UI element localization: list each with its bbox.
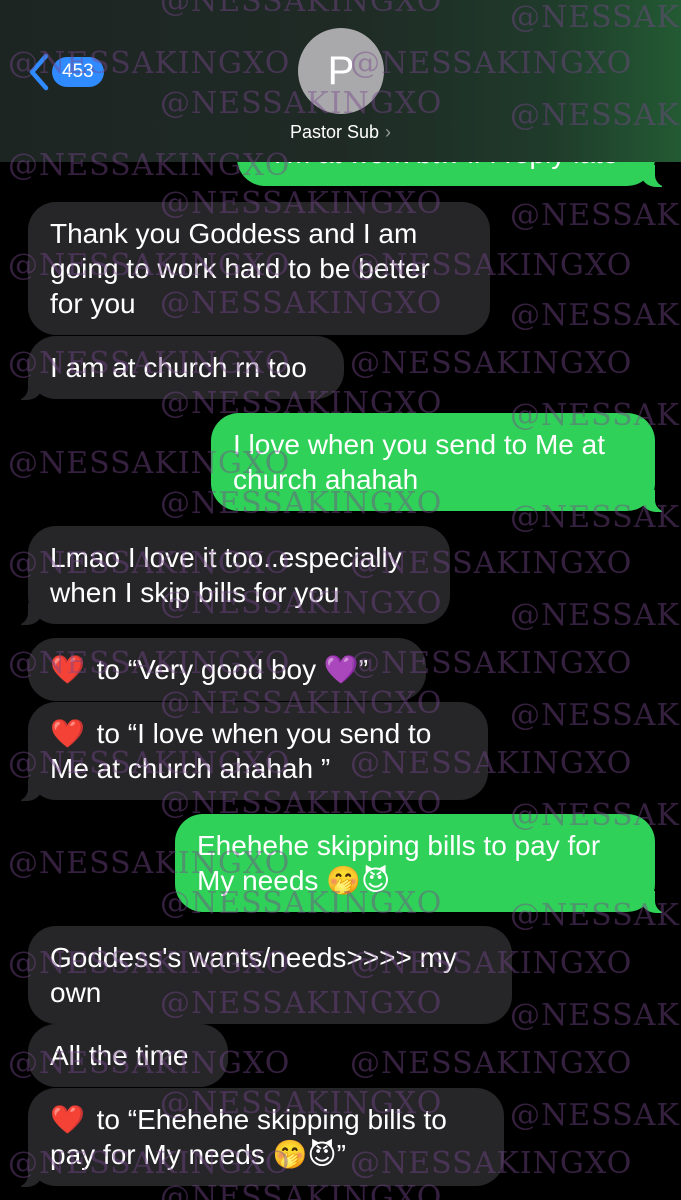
message-text: to “Ehehehe skipping bills to pay for My… [50,1104,447,1170]
watermark-text: @NESSAKINGXO [510,998,681,1033]
heart-icon: ❤️ [50,1104,85,1135]
message-bubble-incoming[interactable]: All the time [28,1024,228,1087]
unread-count-badge: 453 [52,57,104,87]
message-bubble-incoming[interactable]: Thank you Goddess and I am going to work… [28,202,490,335]
heart-icon: ❤️ [50,654,85,685]
avatar-initial: P [327,48,355,93]
message-bubble-outgoing[interactable]: Ehehehe skipping bills to pay for My nee… [175,814,669,913]
message-bubble-outgoing[interactable]: I love when you send to Me at church aha… [211,413,669,512]
watermark-text: @NESSAKINGXO [510,298,681,333]
watermark-text: @NESSAKINGXO [510,598,681,633]
message-text: All the time [50,1040,189,1071]
reaction-bubble-incoming[interactable]: ❤️ to “I love when you send to Me at chu… [14,702,488,801]
contact-avatar[interactable]: P [298,28,384,114]
message-text: Goddess's wants/needs>>>> my own [50,942,457,1008]
watermark-text: @NESSAKINGXO [350,1046,633,1081]
message-text: Thank you Goddess and I am going to work… [50,218,430,319]
conversation-header: 453 P Pastor Sub › [0,0,681,162]
reaction-bubble-incoming[interactable]: ❤️ to “Very good boy 💜” [28,638,426,701]
reaction-bubble-incoming[interactable]: ❤️ to “Ehehehe skipping bills to pay for… [14,1088,504,1187]
watermark-text: @NESSAKINGXO [510,698,681,733]
chevron-left-icon [29,53,49,91]
watermark-text: @NESSAKINGXO [510,1098,681,1133]
message-bubble-incoming[interactable]: Lmao I love it too..especially when I sk… [14,526,450,625]
heart-icon: ❤️ [50,718,85,749]
message-bubble-incoming[interactable]: I am at church rn too [14,336,344,400]
chevron-right-icon: › [385,122,392,142]
back-button[interactable]: 453 [26,52,104,92]
contact-name: Pastor Sub [289,122,380,142]
message-bubble-incoming[interactable]: Goddess's wants/needs>>>> my own [28,926,512,1024]
contact-name-button[interactable]: Pastor Sub › [0,122,681,143]
message-text: Ehehehe skipping bills to pay for My nee… [197,830,601,896]
message-text: I love when you send to Me at church aha… [233,429,605,495]
message-text: I am at church rn too [50,352,307,383]
message-text: to “I love when you send to Me at church… [50,718,432,784]
watermark-text: @NESSAKINGXO [350,346,633,381]
message-text: Lmao I love it too..especially when I sk… [50,542,402,608]
message-text: to “Very good boy 💜” [96,654,369,685]
watermark-text: @NESSAKINGXO [510,198,681,233]
